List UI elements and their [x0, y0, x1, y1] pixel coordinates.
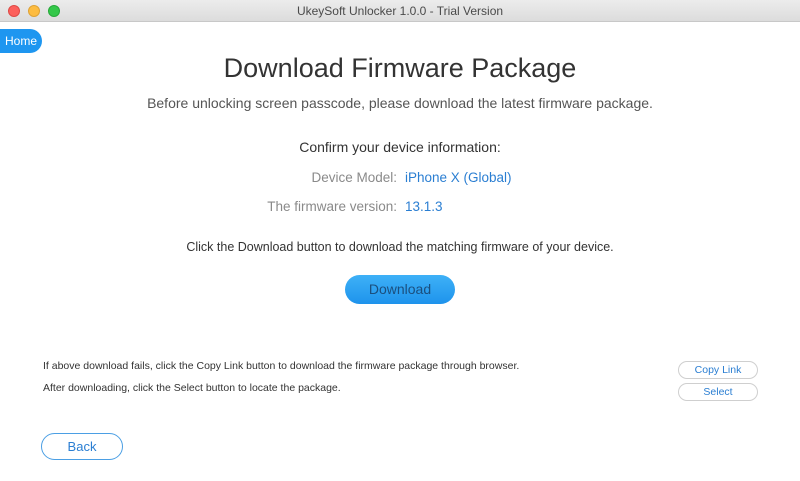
download-button[interactable]: Download [345, 275, 455, 304]
title-bar: UkeySoft Unlocker 1.0.0 - Trial Version [0, 0, 800, 22]
window-title: UkeySoft Unlocker 1.0.0 - Trial Version [296, 4, 504, 18]
device-model-label: Device Model: [311, 170, 397, 185]
select-button[interactable]: Select [678, 383, 758, 401]
device-model-value: iPhone X (Global) [405, 170, 512, 185]
firmware-version-label: The firmware version: [267, 199, 397, 214]
copy-link-button[interactable]: Copy Link [678, 361, 758, 379]
firmware-version-value: 13.1.3 [405, 199, 443, 214]
page-title: Download Firmware Package [223, 53, 577, 83]
home-button[interactable]: Home [0, 29, 42, 53]
download-instruction: Click the Download button to download th… [186, 240, 614, 254]
page-subtitle: Before unlocking screen passcode, please… [147, 95, 653, 111]
select-note: After downloading, click the Select butt… [43, 382, 341, 394]
back-button[interactable]: Back [41, 433, 123, 460]
confirm-heading: Confirm your device information: [299, 139, 501, 155]
copy-link-note: If above download fails, click the Copy … [43, 360, 520, 372]
